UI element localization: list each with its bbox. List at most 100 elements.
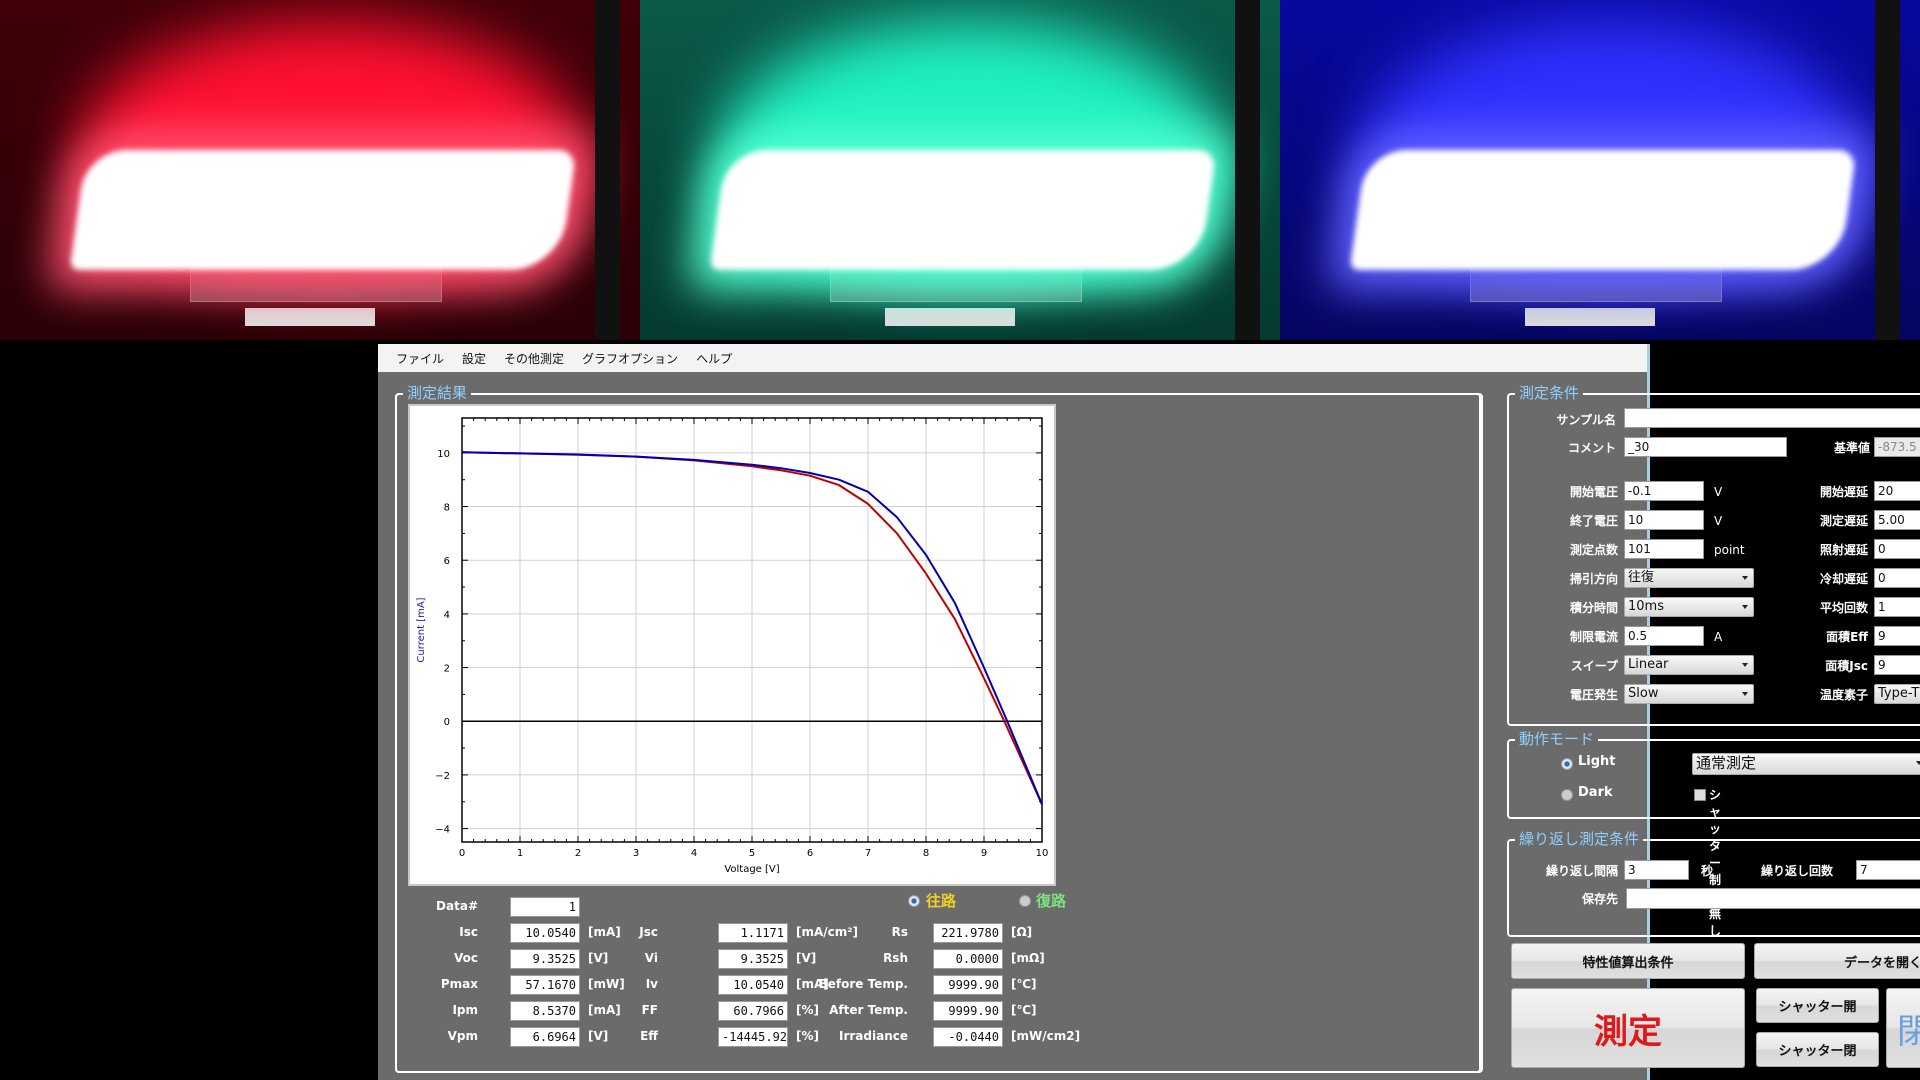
result-before-temp-field: 9999.90 [933, 975, 1003, 995]
x-tick-label: 6 [807, 848, 813, 859]
result-eff-field: -14445.92 [718, 1027, 788, 1047]
dark-label[interactable]: Dark [1578, 785, 1613, 800]
condition-left-3-select[interactable]: 往復 [1624, 568, 1754, 588]
condition-right-2-input[interactable]: 0 [1874, 539, 1920, 559]
data-number-field[interactable]: 1 [510, 897, 580, 917]
result-jsc-field: 1.1171 [718, 923, 788, 943]
x-tick-label: 3 [633, 848, 639, 859]
close-label: 閉じる [1897, 1011, 1920, 1052]
shutter-close-button[interactable]: シャッター閉 [1756, 1032, 1879, 1067]
open-data-button[interactable]: データを開く [1754, 943, 1920, 979]
menu-graph-options[interactable]: グラフオプション [582, 350, 678, 367]
direction-reverse-radio[interactable] [1019, 895, 1031, 907]
y-tick-label: 4 [444, 610, 450, 621]
condition-right-5-label: 面積Eff [1826, 630, 1868, 644]
result-vi-unit: [V] [796, 951, 817, 965]
result-vpm-label: Vpm [447, 1029, 478, 1043]
result-rs-label: Rs [891, 925, 908, 939]
condition-right-6-input[interactable]: 9 [1874, 655, 1920, 675]
result-before-temp-unit: [℃] [1011, 977, 1037, 991]
select-value: Type-T [1878, 686, 1920, 701]
repeat-interval-input[interactable]: 3 [1624, 860, 1689, 880]
condition-left-2-input[interactable]: 101 [1624, 539, 1704, 559]
condition-right-1-label: 測定遅延 [1819, 514, 1868, 528]
condition-right-1-input[interactable]: 5.00 [1874, 510, 1920, 530]
photo-strip [0, 0, 1920, 340]
condition-left-4-select[interactable]: 10ms [1624, 597, 1754, 617]
result-iv-field: 10.0540 [718, 975, 788, 995]
x-tick-label: 10 [1036, 848, 1049, 859]
close-button[interactable]: 閉じる [1886, 988, 1920, 1068]
condition-left-5-unit: A [1714, 630, 1723, 644]
condition-left-5-input[interactable]: 0.5 [1624, 626, 1704, 646]
condition-right-7-select[interactable]: Type-T [1874, 684, 1920, 704]
calc-conditions-button[interactable]: 特性値算出条件 [1511, 943, 1745, 979]
result-rs-unit: [Ω] [1011, 925, 1033, 939]
light-radio[interactable] [1561, 758, 1573, 770]
condition-right-3-input[interactable]: 0 [1874, 568, 1920, 588]
sample-name-input[interactable] [1624, 408, 1920, 428]
result-ff-unit: [%] [796, 1003, 819, 1017]
shutter-open-button[interactable]: シャッター開 [1756, 988, 1879, 1023]
condition-left-4-label: 積分時間 [1569, 601, 1618, 615]
comment-input[interactable]: _30 [1624, 437, 1787, 457]
condition-left-7-label: 電圧発生 [1569, 688, 1618, 702]
menu-settings[interactable]: 設定 [462, 350, 486, 367]
condition-right-5-input[interactable]: 9 [1874, 626, 1920, 646]
reference-label: 基準値 [1833, 441, 1870, 455]
result-ff-label: FF [641, 1003, 658, 1017]
repeat-count-input[interactable]: 7 [1856, 860, 1920, 880]
mode-select-value: 通常測定 [1696, 754, 1757, 772]
condition-left-0-unit: V [1714, 485, 1723, 499]
direction-forward-radio[interactable] [908, 895, 920, 907]
iv-chart-svg: 0 1 2 3 4 5 6 7 8 9 10 −4 −2 0 2 4 6 8 10 Voltage [V] Curren… [416, 417, 1049, 875]
condition-right-4-input[interactable]: 1 [1874, 597, 1920, 617]
result-rsh-unit: [mΩ] [1011, 951, 1045, 965]
result-iv-label: Iv [645, 977, 658, 991]
condition-left-7-select[interactable]: Slow [1624, 684, 1754, 704]
light-label[interactable]: Light [1578, 754, 1616, 769]
y-tick-label: 2 [444, 664, 450, 675]
condition-left-0-input[interactable]: -0.1 [1624, 481, 1704, 501]
result-after-temp-unit: [℃] [1011, 1003, 1037, 1017]
result-rsh-field: 0.0000 [933, 949, 1003, 969]
menu-other-measure[interactable]: その他測定 [504, 350, 564, 367]
y-tick-label: 10 [437, 449, 450, 460]
menu-help[interactable]: ヘルプ [696, 350, 732, 367]
results-title: 測定結果 [403, 384, 472, 402]
direction-forward-label[interactable]: 往路 [926, 890, 956, 911]
measure-button[interactable]: 測定 [1511, 988, 1745, 1068]
condition-left-2-label: 測定点数 [1569, 543, 1618, 557]
direction-reverse-label[interactable]: 復路 [1036, 890, 1066, 911]
data-number-label: Data# [436, 899, 478, 913]
result-rs-field: 221.9780 [933, 923, 1003, 943]
result-before-temp-label: Before Temp. [818, 977, 908, 991]
save-path-input[interactable] [1626, 888, 1920, 909]
chevron-down-icon [1916, 761, 1920, 765]
condition-left-1-input[interactable]: 10 [1624, 510, 1704, 530]
condition-left-6-select[interactable]: Linear [1624, 655, 1754, 675]
conditions-title: 測定条件 [1515, 384, 1584, 402]
iv-chart: 0 1 2 3 4 5 6 7 8 9 10 −4 −2 0 2 4 6 8 10 Voltage [V] Curren… [408, 404, 1056, 886]
select-value: 往復 [1628, 570, 1655, 585]
shutter-control-checkbox[interactable] [1694, 789, 1706, 801]
condition-right-0-input[interactable]: 20 [1874, 481, 1920, 501]
condition-left-3-label: 掃引方向 [1569, 572, 1618, 586]
x-tick-label: 9 [981, 848, 987, 859]
mode-select[interactable]: 通常測定 [1692, 753, 1920, 775]
reference-field: -873.5 [1874, 437, 1920, 457]
dark-radio[interactable] [1561, 789, 1573, 801]
repeat-interval-label: 繰り返し間隔 [1545, 864, 1618, 878]
menu-file[interactable]: ファイル [396, 350, 444, 367]
x-tick-label: 5 [749, 848, 755, 859]
chevron-down-icon [1742, 605, 1748, 609]
chevron-down-icon [1742, 663, 1748, 667]
condition-right-3-label: 冷却遅延 [1819, 572, 1868, 586]
repeat-count-label: 繰り返し回数 [1760, 864, 1833, 878]
result-eff-unit: [%] [796, 1029, 819, 1043]
condition-left-5-label: 制限電流 [1569, 630, 1618, 644]
y-tick-label: −4 [435, 825, 450, 836]
result-vi-label: Vi [644, 951, 658, 965]
result-pmax-label: Pmax [440, 977, 478, 991]
comment-label: コメント [1567, 441, 1616, 455]
